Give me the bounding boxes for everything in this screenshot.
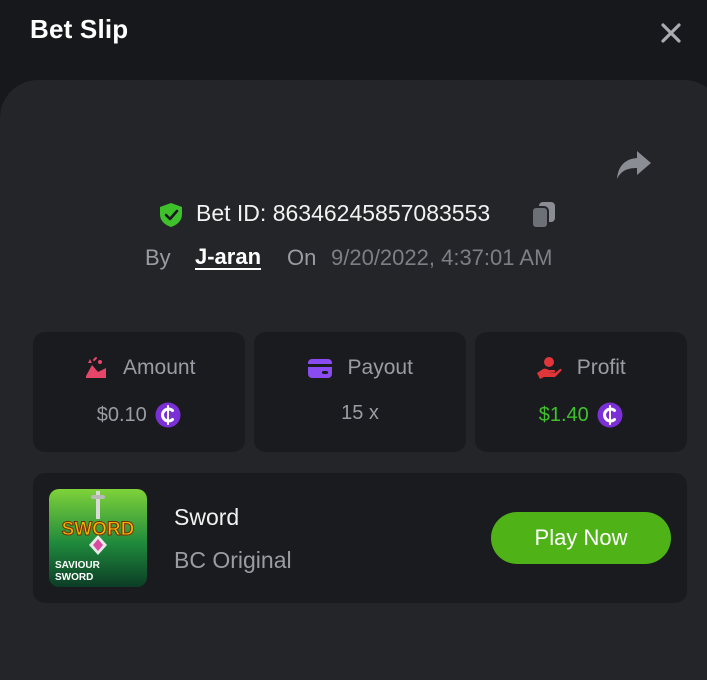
username-link[interactable]: J-aran <box>195 244 261 270</box>
stat-label: Amount <box>123 356 196 379</box>
game-name: Sword <box>174 504 240 530</box>
play-now-button[interactable]: Play Now <box>491 512 671 564</box>
stat-card-profit: Profit $1.40 <box>475 332 687 452</box>
by-label: By <box>145 245 171 270</box>
bet-id-row: Bet ID: 86346245857083553 <box>0 199 707 231</box>
stat-value-profit: $1.40 <box>538 403 589 426</box>
share-icon[interactable] <box>615 148 653 182</box>
stat-value-payout: 15 x <box>341 402 379 424</box>
bet-meta-row: By J-aran On 9/20/2022, 4:37:01 AM <box>0 242 707 274</box>
game-thumbnail[interactable]: SWORD SAVIOUR SWORD <box>49 489 147 587</box>
coin-icon <box>597 402 623 428</box>
game-card: SWORD SAVIOUR SWORD Sword BC Original Pl… <box>33 473 687 603</box>
thumb-title: SWORD <box>62 519 135 540</box>
on-label: On <box>287 245 317 270</box>
wallet-icon <box>308 359 333 378</box>
thumb-caption-line2: SWORD <box>55 572 93 583</box>
stat-label: Payout <box>347 356 413 379</box>
verified-shield-icon <box>160 203 182 227</box>
stat-label: Profit <box>576 356 626 379</box>
thumb-caption-line1: SAVIOUR <box>55 560 101 571</box>
amount-icon <box>85 357 106 378</box>
close-icon[interactable] <box>655 17 687 49</box>
copy-icon[interactable] <box>530 200 558 230</box>
stat-card-amount: Amount $0.10 <box>33 332 245 452</box>
stat-value-amount: $0.10 <box>96 403 147 426</box>
bet-id: Bet ID: 86346245857083553 <box>196 200 491 226</box>
coin-icon <box>155 402 181 428</box>
header: Bet Slip <box>0 0 707 64</box>
bet-datetime: 9/20/2022, 4:37:01 AM <box>331 245 553 270</box>
page-title: Bet Slip <box>30 14 129 44</box>
profit-hand-icon <box>537 357 562 379</box>
game-category: BC Original <box>174 547 292 573</box>
stat-card-payout: Payout 15 x <box>254 332 466 452</box>
